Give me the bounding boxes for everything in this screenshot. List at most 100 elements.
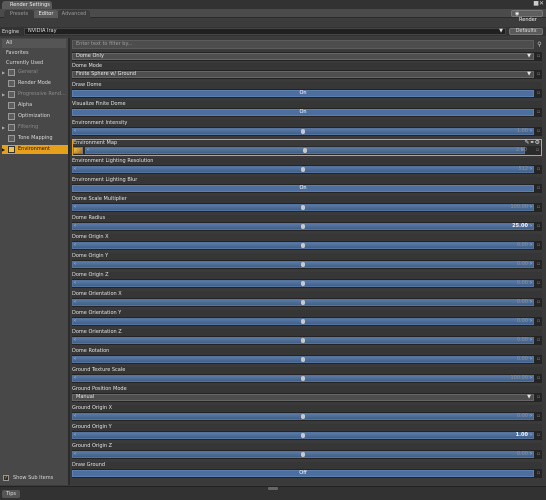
- dropdown[interactable]: Finite Sphere w/ Ground ▼: [72, 71, 534, 78]
- slider[interactable]: ‹ ›: [72, 451, 534, 458]
- property-menu-icon[interactable]: ▫: [536, 470, 541, 477]
- slider-increment-icon[interactable]: ›: [530, 375, 532, 381]
- property-menu-icon[interactable]: ▫: [536, 90, 541, 97]
- slider[interactable]: ‹ ›: [85, 147, 525, 154]
- checkbox-icon[interactable]: ✓: [3, 475, 9, 481]
- toggle-button[interactable]: Off: [72, 470, 534, 477]
- slider-increment-icon[interactable]: ›: [530, 337, 532, 343]
- slider-decrement-icon[interactable]: ‹: [87, 147, 89, 153]
- slider-knob[interactable]: [301, 167, 305, 172]
- slider-increment-icon[interactable]: ›: [530, 242, 532, 248]
- property-value[interactable]: 512: [518, 166, 528, 173]
- slider-decrement-icon[interactable]: ‹: [74, 166, 76, 172]
- slider-decrement-icon[interactable]: ‹: [74, 337, 76, 343]
- close-icon[interactable]: ■✕: [533, 0, 544, 7]
- property-value[interactable]: 0.00: [517, 299, 528, 306]
- property-value[interactable]: 100.00: [511, 375, 529, 382]
- slider-decrement-icon[interactable]: ‹: [74, 128, 76, 134]
- slider[interactable]: ‹ ›: [72, 356, 534, 363]
- slider[interactable]: ‹ ›: [72, 223, 534, 230]
- dropdown[interactable]: Dome Only ▼: [72, 53, 534, 60]
- slider-increment-icon[interactable]: ›: [530, 299, 532, 305]
- environment-map-thumbnail[interactable]: [73, 147, 83, 154]
- property-value[interactable]: 25.00: [512, 223, 528, 230]
- tree-item-progressive-rend[interactable]: ▶ Progressive Rend...: [2, 90, 68, 99]
- toggle-button[interactable]: On: [72, 185, 534, 192]
- tree-item-filtering[interactable]: ▶ Filtering: [2, 123, 68, 132]
- property-value[interactable]: 100.00: [511, 204, 529, 211]
- slider-increment-icon[interactable]: ›: [530, 451, 532, 457]
- slider-increment-icon[interactable]: ›: [530, 204, 532, 210]
- slider-knob[interactable]: [301, 319, 305, 324]
- property-menu-icon[interactable]: ▫: [535, 147, 540, 154]
- property-menu-icon[interactable]: ▫: [536, 71, 541, 78]
- slider-knob[interactable]: [301, 452, 305, 457]
- property-menu-icon[interactable]: ▫: [536, 261, 541, 268]
- window-controls[interactable]: ■✕: [533, 0, 544, 8]
- slider[interactable]: ‹ ›: [72, 375, 534, 382]
- slider[interactable]: ‹ ›: [72, 432, 534, 439]
- property-menu-icon[interactable]: ▫: [536, 356, 541, 363]
- slider-decrement-icon[interactable]: ‹: [74, 375, 76, 381]
- tree-item-general[interactable]: ▶ General: [2, 68, 68, 77]
- property-menu-icon[interactable]: ▫: [536, 109, 541, 116]
- slider[interactable]: ‹ ›: [72, 280, 534, 287]
- property-menu-icon[interactable]: ▫: [536, 166, 541, 173]
- property-value[interactable]: 0.00: [517, 318, 528, 325]
- environment-map-actions[interactable]: ✎⚭⚙: [525, 139, 540, 146]
- property-menu-icon[interactable]: ▫: [536, 223, 541, 230]
- slider-decrement-icon[interactable]: ‹: [74, 223, 76, 229]
- filter-input[interactable]: Enter text to filter by...: [72, 40, 534, 49]
- expand-arrow-icon[interactable]: ▶: [2, 68, 5, 77]
- render-button[interactable]: ◉ Render: [511, 10, 543, 23]
- slider-decrement-icon[interactable]: ‹: [74, 432, 76, 438]
- property-menu-icon[interactable]: ▫: [536, 318, 541, 325]
- property-value[interactable]: 0.00: [517, 280, 528, 287]
- slider-decrement-icon[interactable]: ‹: [74, 261, 76, 267]
- slider-knob[interactable]: [301, 357, 305, 362]
- search-icon[interactable]: ⚲: [535, 40, 544, 49]
- property-menu-icon[interactable]: ▫: [536, 375, 541, 382]
- slider-knob[interactable]: [301, 300, 305, 305]
- slider-knob[interactable]: [301, 262, 305, 267]
- filter-favorites[interactable]: Favorites: [2, 49, 66, 58]
- property-menu-icon[interactable]: ▫: [536, 53, 541, 60]
- property-value[interactable]: 0.00: [517, 242, 528, 249]
- slider[interactable]: ‹ ›: [72, 128, 534, 135]
- slider[interactable]: ‹ ›: [72, 204, 534, 211]
- filter-all[interactable]: All: [2, 39, 66, 48]
- slider-increment-icon[interactable]: ›: [530, 166, 532, 172]
- gear-icon[interactable]: ⚙: [535, 139, 540, 146]
- dropdown[interactable]: Manual ▼: [72, 394, 534, 401]
- slider-increment-icon[interactable]: ›: [530, 261, 532, 267]
- tab-advanced[interactable]: Advanced: [58, 10, 90, 18]
- tree-item-render-mode[interactable]: Render Mode: [2, 79, 68, 88]
- property-menu-icon[interactable]: ▫: [536, 432, 541, 439]
- expand-arrow-icon[interactable]: ▶: [2, 145, 5, 154]
- property-value[interactable]: 0.00: [517, 337, 528, 344]
- slider-knob[interactable]: [301, 376, 305, 381]
- tab-presets[interactable]: Presets: [4, 10, 34, 18]
- slider[interactable]: ‹ ›: [72, 318, 534, 325]
- slider-decrement-icon[interactable]: ‹: [74, 451, 76, 457]
- tree-item-tone-mapping[interactable]: Tone Mapping: [2, 134, 68, 143]
- slider[interactable]: ‹ ›: [72, 242, 534, 249]
- toggle-button[interactable]: On: [72, 90, 534, 97]
- property-value[interactable]: 0.00: [517, 413, 528, 420]
- slider-decrement-icon[interactable]: ‹: [74, 356, 76, 362]
- property-value[interactable]: 1.00: [516, 432, 528, 439]
- property-menu-icon[interactable]: ▫: [536, 242, 541, 249]
- slider[interactable]: ‹ ›: [72, 299, 534, 306]
- slider-decrement-icon[interactable]: ‹: [74, 318, 76, 324]
- slider-decrement-icon[interactable]: ‹: [74, 204, 76, 210]
- filter-currently-used[interactable]: Currently Used: [2, 59, 66, 68]
- expand-arrow-icon[interactable]: ▶: [2, 123, 5, 132]
- show-sub-items[interactable]: ✓ Show Sub Items: [3, 474, 67, 483]
- property-value[interactable]: 2.00: [516, 147, 527, 154]
- slider-knob[interactable]: [301, 281, 305, 286]
- property-menu-icon[interactable]: ▫: [536, 299, 541, 306]
- property-menu-icon[interactable]: ▫: [536, 337, 541, 344]
- slider-decrement-icon[interactable]: ‹: [74, 280, 76, 286]
- slider-decrement-icon[interactable]: ‹: [74, 242, 76, 248]
- slider[interactable]: ‹ ›: [72, 261, 534, 268]
